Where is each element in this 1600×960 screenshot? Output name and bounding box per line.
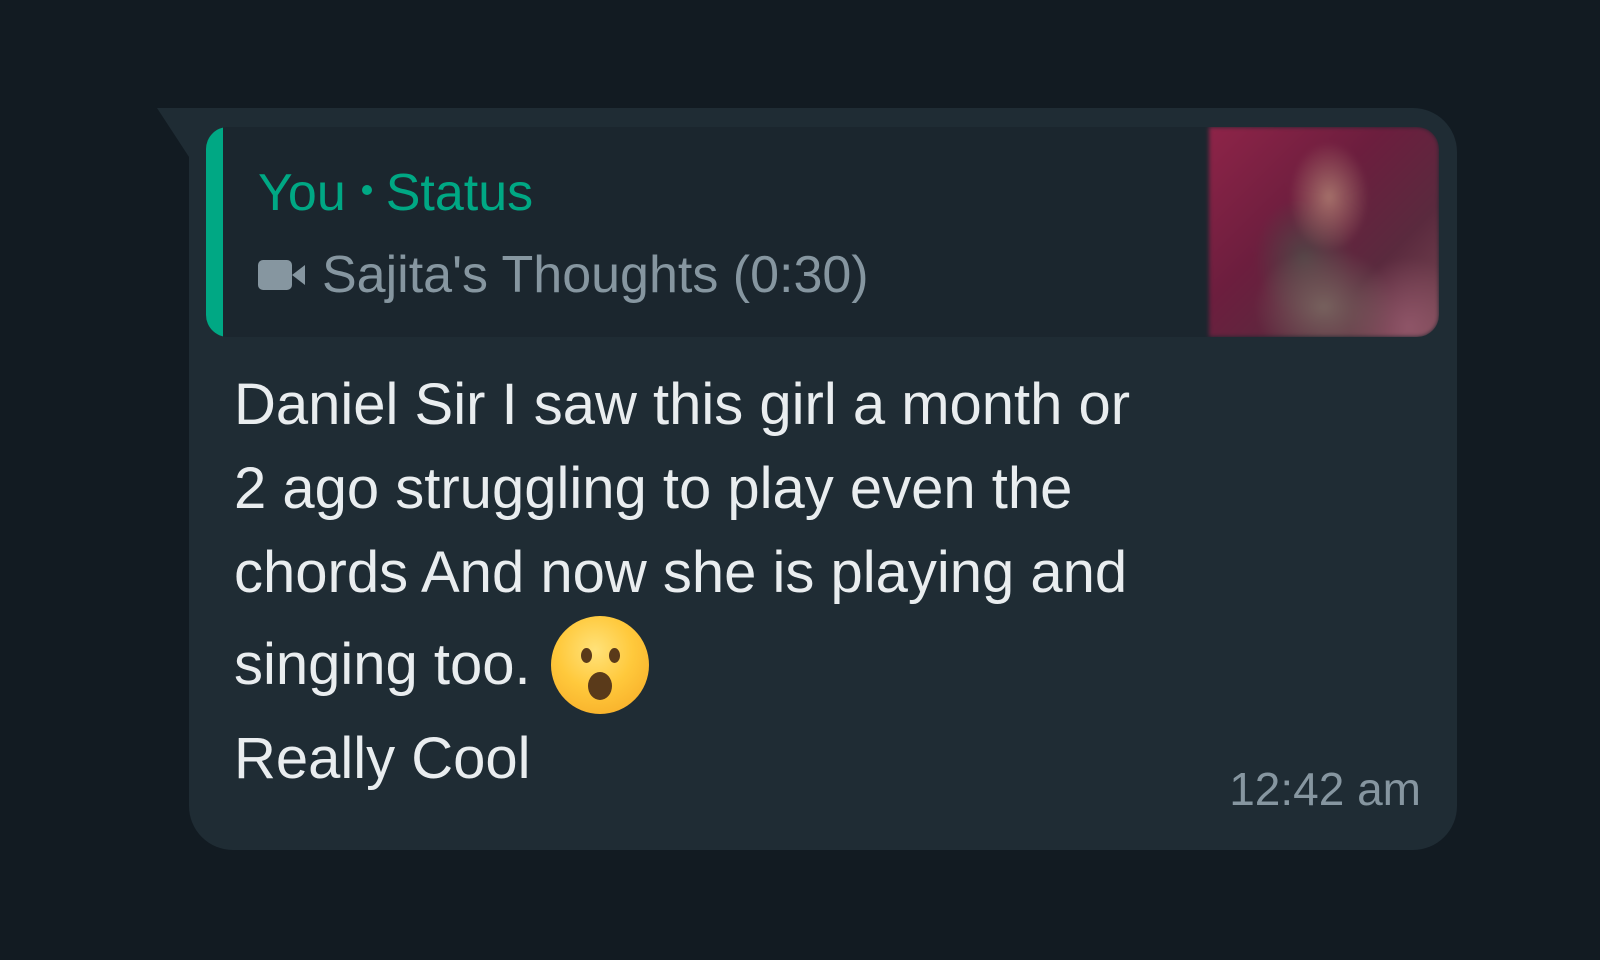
- separator-dot: [361, 185, 372, 196]
- message-line: 2 ago struggling to play even the: [234, 456, 1073, 521]
- video-camera-icon: [258, 259, 308, 291]
- quote-media-line: Sajita's Thoughts (0:30): [258, 245, 869, 305]
- astonished-face-emoji: [550, 616, 649, 714]
- message-line: singing too.: [234, 632, 531, 697]
- quote-author: You Status: [258, 163, 533, 223]
- quote-author-name: You: [258, 164, 346, 222]
- message-line: chords And now she is playing and: [234, 540, 1128, 605]
- message-line: Really Cool: [234, 726, 531, 791]
- message-line-with-emoji: singing too.: [234, 615, 1354, 715]
- message-line: Daniel Sir I saw this girl a month or: [234, 372, 1131, 437]
- bubble-tail: [157, 108, 191, 160]
- message-text: Daniel Sir I saw this girl a month or 2 …: [234, 363, 1354, 801]
- quote-media-title: Sajita's Thoughts (0:30): [322, 246, 869, 304]
- quoted-status-reply[interactable]: You Status Sajita's Thoughts (0:30): [206, 127, 1439, 337]
- message-timestamp: 12:42 am: [1229, 763, 1421, 815]
- message-bubble[interactable]: You Status Sajita's Thoughts (0:30) Danie…: [157, 108, 1457, 850]
- quote-context: Status: [385, 164, 534, 222]
- quote-accent-bar: [206, 127, 223, 337]
- status-thumbnail[interactable]: [1209, 127, 1439, 337]
